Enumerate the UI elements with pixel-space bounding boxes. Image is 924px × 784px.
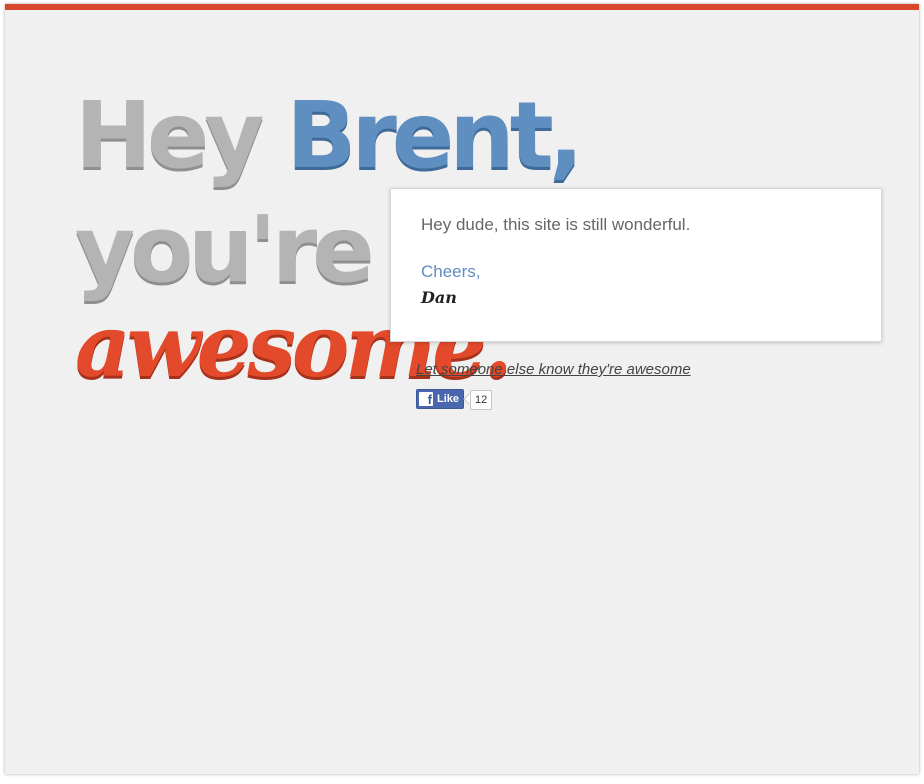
share-awesome-link[interactable]: Let someone else know they're awesome — [416, 361, 691, 378]
facebook-like-count: 12 — [470, 390, 493, 410]
headline-line-2: you're — [75, 196, 375, 303]
facebook-like-widget: f Like 12 — [416, 389, 493, 410]
message-text: Hey dude, this site is still wonderful. — [421, 215, 691, 234]
facebook-f-icon: f — [419, 392, 433, 406]
headline-greeting: Hey — [75, 82, 264, 189]
facebook-like-label: Like — [437, 393, 460, 405]
message-card: Hey dude, this site is still wonderful. … — [390, 188, 882, 342]
headline-line-1: Hey Brent, — [75, 90, 584, 182]
facebook-like-count-bubble: 12 — [470, 390, 493, 410]
accent-top-bar — [5, 4, 919, 10]
facebook-like-button[interactable]: f Like — [416, 389, 465, 409]
headline-recipient-name: Brent, — [286, 82, 583, 189]
message-signoff: Cheers, — [421, 262, 481, 281]
page: Hey Brent, you're awesome. Hey dude, thi… — [5, 4, 919, 774]
message-signature: Dan — [421, 288, 457, 307]
